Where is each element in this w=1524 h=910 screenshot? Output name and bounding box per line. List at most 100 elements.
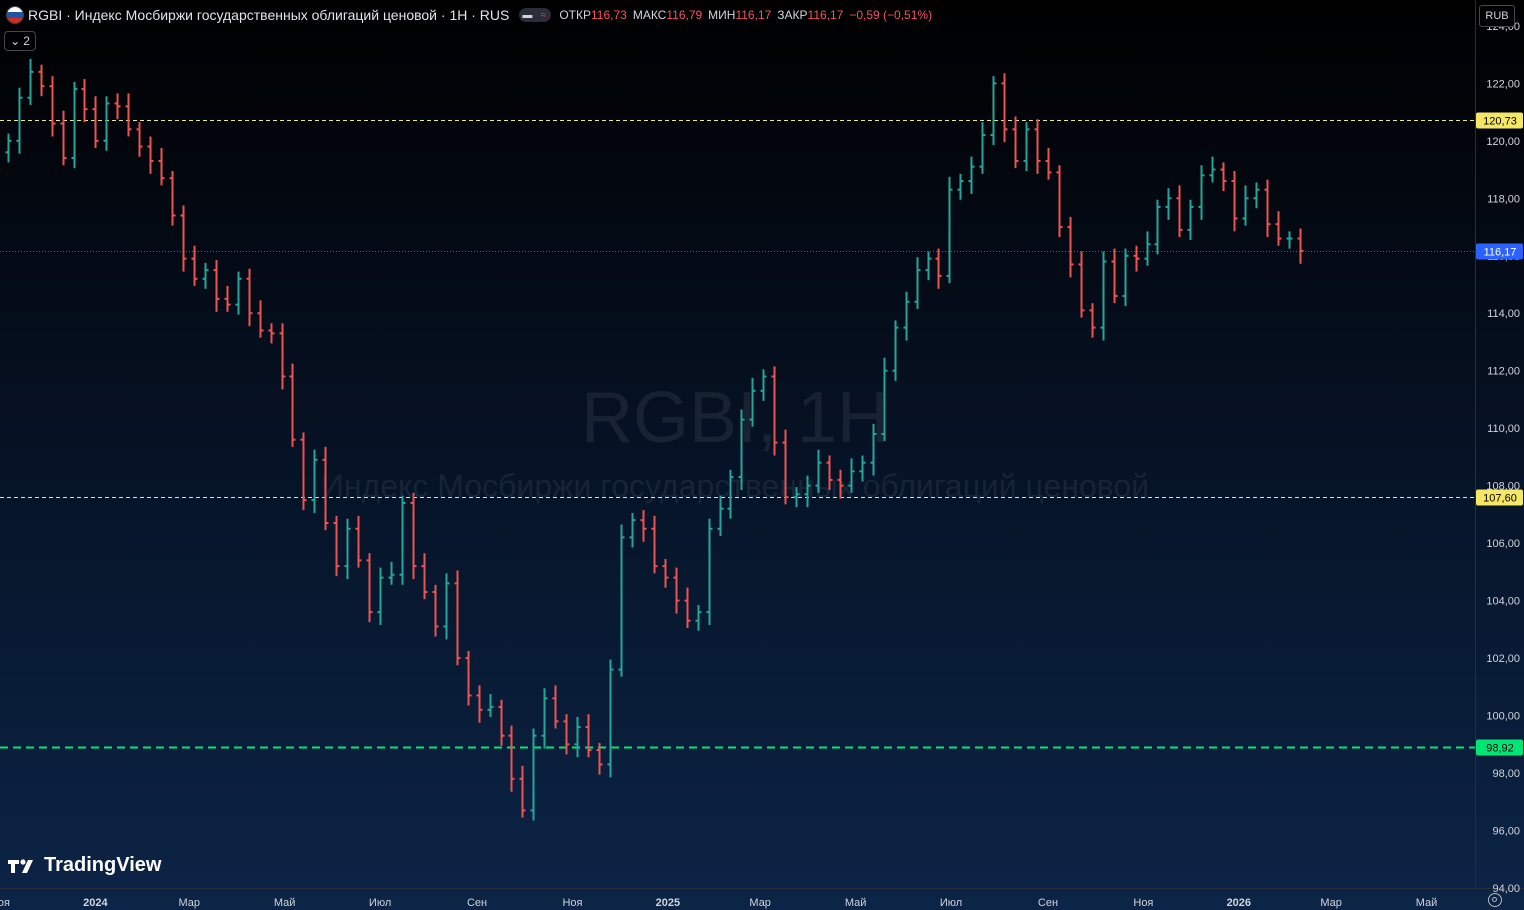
ohlc-bar: [279, 323, 286, 390]
x-tick-label: Май: [1416, 897, 1438, 909]
ohlc-bar: [1264, 179, 1271, 238]
tradingview-logo-text: TradingView: [44, 854, 162, 876]
ohlc-bar: [541, 688, 548, 749]
currency-button[interactable]: RUB: [1479, 5, 1515, 27]
ohlc-bar: [1176, 185, 1183, 238]
ohlc-bar: [465, 650, 472, 706]
ohlc-high: МАКС116,79: [632, 8, 703, 22]
tradingview-logo[interactable]: TradingView: [8, 854, 161, 877]
ohlc-bar: [1122, 248, 1129, 307]
minus-icon[interactable]: ▬: [519, 8, 536, 22]
ohlc-bar: [651, 515, 658, 574]
ohlc-bar: [443, 573, 450, 640]
ohlc-bar: [990, 76, 997, 146]
level-label: 116,17: [1484, 247, 1517, 259]
ohlc-bar: [552, 685, 559, 729]
y-tick-label: 102,00: [1486, 653, 1520, 665]
ohlc-bar: [289, 363, 296, 447]
ohlc-bar: [92, 96, 99, 148]
ohlc-bar: [662, 558, 669, 588]
ohlc-bar: [1111, 248, 1118, 304]
chart-mode-toggle[interactable]: ▬ ≈: [519, 8, 552, 22]
ohlc-bar: [508, 725, 515, 792]
y-tick-label: 112,00: [1487, 366, 1520, 378]
x-tick-label: Сен: [467, 897, 487, 909]
x-tick-label: Май: [274, 897, 296, 909]
x-tick-label: Сен: [1038, 897, 1058, 909]
ohlc-bar: [1100, 251, 1107, 341]
ohlc-bar: [1023, 122, 1030, 171]
indicators-collapse-button[interactable]: ⌄ 2: [4, 31, 36, 51]
ohlc-bar: [903, 291, 910, 341]
ohlc-bar: [235, 271, 242, 315]
chart-watermark: RGBI, 1Н Индекс Мосбиржи государственных…: [321, 378, 1149, 504]
y-tick-label: 114,00: [1487, 308, 1520, 320]
watermark-symbol: RGBI, 1Н: [581, 378, 889, 458]
ohlc-bar: [71, 81, 78, 169]
ohlc-bar: [49, 76, 56, 137]
ohlc-bar: [607, 659, 614, 778]
tradingview-logo-icon: [8, 858, 33, 873]
ohlc-bar: [5, 133, 12, 163]
ohlc-bar: [136, 122, 143, 157]
ohlc-bar: [585, 714, 592, 758]
ohlc-bar: [695, 604, 702, 631]
ohlc-bar: [114, 93, 121, 120]
chart-canvas[interactable]: RGBI, 1Н Индекс Мосбиржи государственных…: [0, 0, 1524, 910]
ohlc-bar: [487, 694, 494, 718]
ohlc-bar: [333, 515, 340, 577]
ohlc-bar: [1187, 199, 1194, 240]
ohlc-bar: [946, 176, 953, 284]
x-tick-label: Июл: [940, 897, 962, 909]
ohlc-bar: [1056, 165, 1063, 238]
ohlc-bar: [224, 285, 231, 312]
chevron-down-icon: ⌄: [10, 34, 21, 48]
ohlc-bar: [684, 587, 691, 628]
ohlc-bar: [268, 323, 275, 344]
x-tick-label: Май: [845, 897, 867, 909]
symbol-title[interactable]: RGBI · Индекс Мосбиржи государственных о…: [28, 7, 509, 23]
ohlc-bar: [968, 156, 975, 194]
chart-header: RGBI · Индекс Мосбиржи государственных о…: [0, 0, 932, 30]
ohlc-bar: [957, 173, 964, 200]
ohlc-bar: [530, 728, 537, 821]
ohlc-bar: [1220, 162, 1227, 192]
ohlc-bar: [158, 148, 165, 186]
ohlc-bar: [1045, 148, 1052, 180]
ohlc-bar: [311, 449, 318, 513]
ohlc-bar: [27, 58, 34, 105]
y-tick-label: 100,00: [1486, 711, 1520, 723]
ohlc-bar: [1144, 231, 1151, 266]
watermark-description: Индекс Мосбиржи государственных облигаци…: [321, 468, 1149, 504]
ohlc-bar: [125, 93, 132, 137]
x-tick-label: 2025: [656, 897, 680, 909]
y-tick-label: 106,00: [1486, 538, 1520, 550]
ohlc-bar: [81, 79, 88, 123]
x-tick-label: Ноя: [0, 897, 10, 909]
ohlc-bar: [246, 268, 253, 327]
ohlc-bar: [673, 567, 680, 614]
ohlc-bar: [1001, 73, 1008, 143]
level-label: 107,60: [1483, 493, 1517, 505]
approx-icon[interactable]: ≈: [535, 8, 552, 22]
ohlc-bar: [202, 262, 209, 289]
price-axis: 124,00122,00120,00118,00116,00114,00112,…: [1486, 21, 1520, 895]
x-tick-label: 2024: [83, 897, 108, 909]
ohlc-bar: [388, 561, 395, 585]
ohlc-bar: [410, 492, 417, 580]
y-tick-label: 118,00: [1487, 193, 1520, 205]
ohlc-bar: [1198, 165, 1205, 220]
ohlc-bar: [476, 685, 483, 723]
ohlc-bar: [1067, 216, 1074, 278]
ohlc-bar: [454, 570, 461, 666]
ohlc-bar: [1286, 231, 1293, 249]
ohlc-bar: [1209, 156, 1216, 183]
ohlc-bar: [1231, 170, 1238, 232]
ohlc-bar: [1253, 182, 1260, 209]
ohlc-bar: [60, 110, 67, 166]
price-change: −0,59 (−0,51%): [849, 8, 933, 22]
ohlc-bar: [421, 553, 428, 600]
settings-gear-icon[interactable]: [1488, 893, 1502, 907]
ohlc-bar: [399, 495, 406, 585]
ohlc-close: ЗАКР116,17: [777, 8, 844, 22]
